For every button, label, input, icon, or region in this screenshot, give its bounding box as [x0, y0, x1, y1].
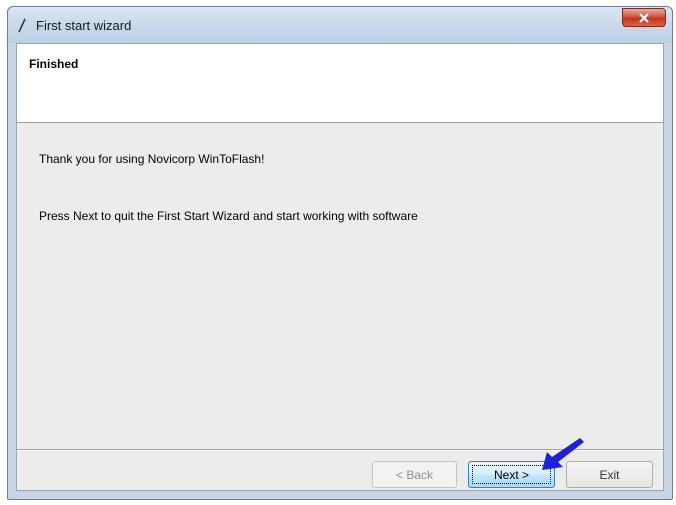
wizard-header: Finished	[17, 44, 663, 123]
back-button[interactable]: < Back	[372, 461, 457, 488]
page-title: Finished	[29, 57, 79, 71]
wizard-client-area: Finished Thank you for using Novicorp Wi…	[16, 43, 664, 491]
title-bar[interactable]: First start wizard	[8, 7, 672, 43]
close-icon	[639, 12, 649, 23]
wizard-window: First start wizard Finished Thank you fo…	[7, 6, 673, 500]
annotation-arrow-icon	[542, 438, 584, 470]
instruction-text: Press Next to quit the First Start Wizar…	[39, 209, 418, 223]
wand-icon	[18, 17, 27, 33]
thank-you-text: Thank you for using Novicorp WinToFlash!	[39, 152, 265, 166]
window-title: First start wizard	[36, 18, 132, 33]
close-button[interactable]	[622, 8, 666, 27]
